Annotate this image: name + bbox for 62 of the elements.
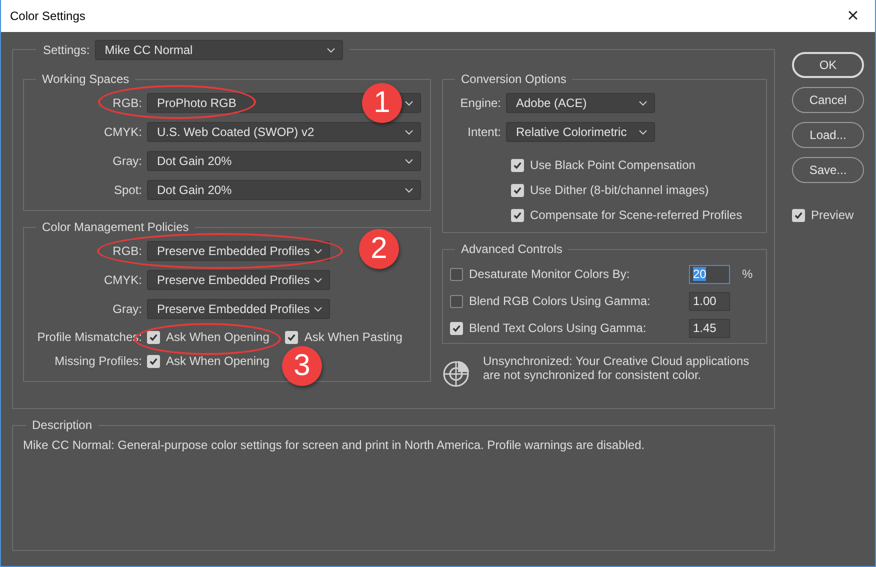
step-number-overlay: 1 [362, 83, 402, 123]
settings-dropdown[interactable]: Mike CC Normal [94, 40, 343, 60]
sync-status-text: Unsynchronized: Your Creative Cloud applications are not synchronized for consistent color. [483, 354, 750, 382]
number-field[interactable]: 1.00 [689, 292, 730, 310]
unit-label: % [742, 267, 753, 281]
field-label: CMYK: [102, 125, 142, 139]
profile-dropdown[interactable]: Dot Gain 20% [147, 151, 421, 171]
dialog-button[interactable]: Cancel [792, 87, 864, 113]
dialog-button[interactable]: OK [792, 52, 864, 78]
checkbox-label: Ask When Opening [166, 354, 270, 368]
advanced-title: Advanced Controls [455, 242, 568, 256]
chevron-down-icon [314, 306, 322, 312]
chevron-down-icon [405, 130, 413, 134]
policy-dropdown[interactable]: Preserve Embedded Profiles [147, 270, 330, 290]
number-field[interactable]: 1.45 [689, 318, 730, 338]
dialog-button[interactable]: Load... [792, 122, 864, 148]
checkbox-label: Desaturate Monitor Colors By: [469, 267, 630, 281]
profile-dropdown[interactable]: U.S. Web Coated (SWOP) v2 [147, 122, 421, 142]
step-number-overlay: 3 [282, 346, 322, 386]
chevron-down-icon [314, 278, 322, 282]
chevron-down-icon [405, 158, 413, 164]
description-title: Description [26, 418, 98, 432]
window-title: Color Settings [10, 9, 86, 23]
settings-label: Settings: [43, 43, 90, 57]
checkbox-label: Ask When Opening [166, 330, 270, 344]
checkbox-label: Use Dither (8-bit/channel images) [530, 183, 709, 197]
checkbox[interactable] [450, 294, 463, 308]
field-label: Spot: [112, 183, 142, 197]
conversion-title: Conversion Options [455, 72, 572, 86]
profile-dropdown[interactable]: Dot Gain 20% [147, 180, 421, 200]
close-button[interactable]: × [831, 0, 875, 32]
conversion-dropdown[interactable]: Relative Colorimetric [506, 122, 655, 142]
checkbox-label: Blend Text Colors Using Gamma: [469, 321, 646, 335]
chevron-down-icon [326, 48, 335, 52]
checkbox-label: Use Black Point Compensation [530, 158, 696, 172]
policies-title: Color Management Policies [36, 220, 195, 234]
checkbox-label: Compensate for Scene-referred Profiles [530, 208, 742, 222]
conversion-dropdown[interactable]: Adobe (ACE) [506, 93, 655, 113]
chevron-down-icon [314, 248, 322, 254]
checkbox-label: Preview [811, 208, 854, 222]
checkbox[interactable] [450, 268, 463, 280]
field-label: RGB: [112, 244, 142, 258]
description-text: Mike CC Normal: General-purpose color settings for screen and print in North America. Profile warnings are disabled. [23, 438, 646, 452]
field-label: Engine: [459, 96, 501, 110]
checkbox-label: Blend RGB Colors Using Gamma: [469, 294, 650, 308]
step-number-overlay: 2 [359, 229, 399, 269]
policy-dropdown[interactable]: Preserve Embedded Profiles [147, 241, 330, 261]
chevron-down-icon [405, 188, 413, 192]
checkbox-label: Ask When Pasting [304, 330, 402, 344]
chevron-down-icon [639, 100, 647, 106]
policy-dropdown[interactable]: Preserve Embedded Profiles [147, 299, 330, 319]
field-label: Gray: [112, 302, 142, 316]
color-wheel-icon [441, 358, 471, 388]
field-label: CMYK: [102, 273, 142, 287]
chevron-down-icon [405, 100, 413, 106]
field-label: Missing Profiles: [54, 354, 142, 368]
dialog-button[interactable]: Save... [792, 157, 864, 183]
chevron-down-icon [639, 130, 647, 134]
field-label: Intent: [466, 125, 501, 139]
field-label: RGB: [112, 96, 142, 110]
field-label: Gray: [112, 154, 142, 168]
working-spaces-title: Working Spaces [36, 72, 136, 86]
